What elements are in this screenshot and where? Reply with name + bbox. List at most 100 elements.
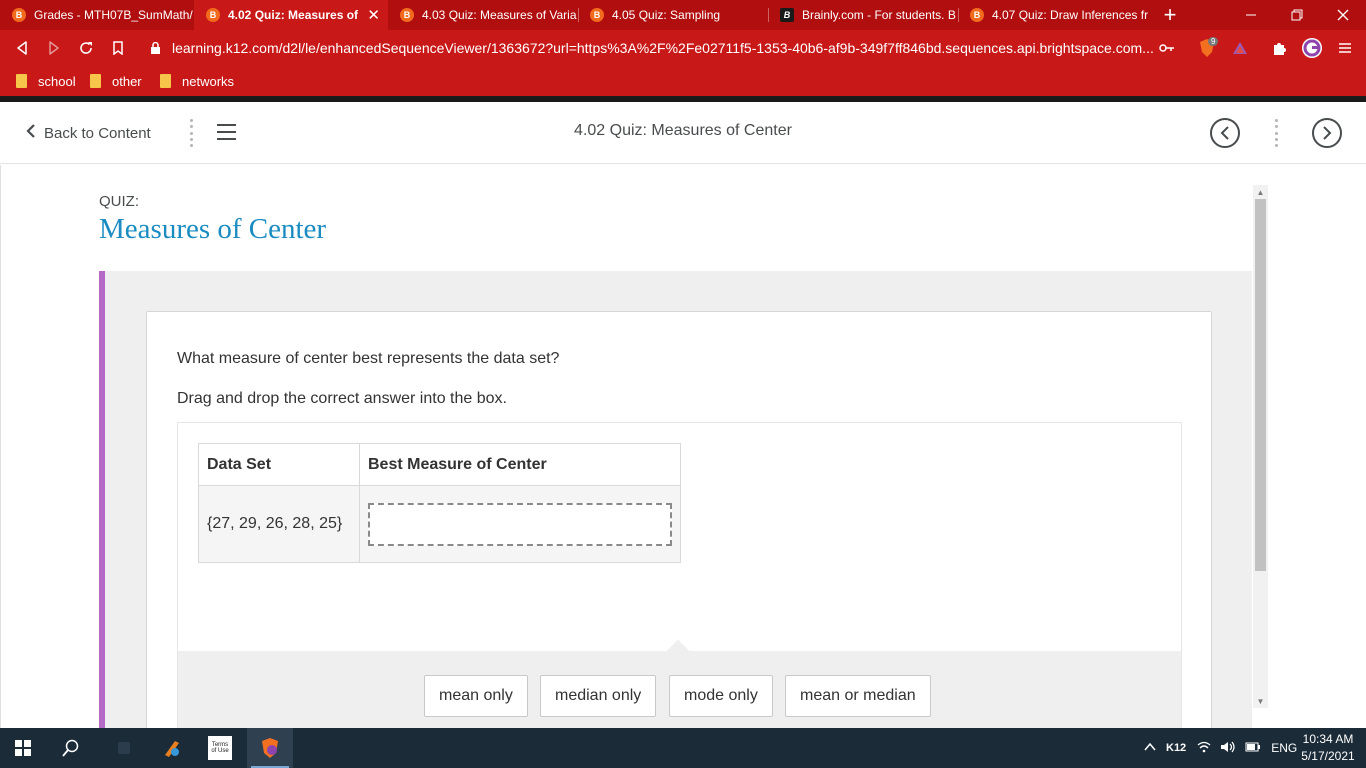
- next-topic-button[interactable]: [1312, 118, 1342, 148]
- brightspace-favicon-icon: B: [590, 8, 604, 22]
- table-row: {27, 29, 26, 28, 25}: [198, 485, 681, 563]
- answer-table: Data Set Best Measure of Center {27, 29,…: [198, 443, 681, 563]
- answer-cell: [359, 485, 681, 563]
- bookmark-label: other: [112, 73, 142, 89]
- k12-tray-label[interactable]: K12: [1166, 742, 1186, 754]
- chevron-left-icon: [1220, 126, 1229, 140]
- system-clock[interactable]: 10:34 AM 5/17/2021: [1296, 731, 1360, 765]
- forward-arrow-icon: [49, 41, 59, 55]
- tab-title: Grades - MTH07B_SumMath/: [34, 8, 193, 22]
- rewards-icon[interactable]: [1229, 37, 1251, 59]
- wifi-icon[interactable]: [1197, 741, 1211, 756]
- brainly-favicon-icon: B: [780, 8, 794, 22]
- answer-choices-tray: mean only median only mode only mean or …: [178, 639, 1181, 728]
- tab-title: 4.03 Quiz: Measures of Varia: [422, 8, 577, 22]
- bookmarks-bar: school other networks: [0, 66, 1366, 96]
- brightspace-favicon-icon: B: [206, 8, 220, 22]
- answer-drop-zone[interactable]: [368, 502, 672, 546]
- chevron-up-icon[interactable]: [1144, 742, 1156, 754]
- taskbar-terms-of-use[interactable]: Terms of Use: [197, 728, 243, 768]
- table-header-best-measure: Best Measure of Center: [359, 443, 681, 486]
- clock-date: 5/17/2021: [1301, 749, 1355, 763]
- data-set-cell: {27, 29, 26, 28, 25}: [198, 485, 360, 563]
- windows-taskbar: Terms of Use K12 ENG 10:34 AM 5/17/2021: [0, 728, 1366, 768]
- bookmark-folder-other[interactable]: other: [90, 72, 142, 90]
- clock-time: 10:34 AM: [1302, 732, 1354, 746]
- url-text: learning.k12.com/d2l/le/enhancedSequence…: [172, 40, 1154, 56]
- bookmark-button[interactable]: [105, 35, 131, 61]
- brave-browser-icon: [262, 738, 278, 758]
- tab-403-quiz[interactable]: B 4.03 Quiz: Measures of Varia: [388, 0, 578, 30]
- content-left-border: [0, 165, 1, 728]
- choice-mode-only[interactable]: mode only: [669, 675, 773, 717]
- scrollbar-thumb[interactable]: [1255, 199, 1266, 571]
- close-window-button[interactable]: [1320, 0, 1366, 30]
- taskbar-brave-browser[interactable]: [247, 728, 293, 768]
- close-icon: [1337, 9, 1349, 21]
- tab-title: 4.07 Quiz: Draw Inferences fr: [992, 8, 1148, 22]
- restore-icon: [1291, 9, 1303, 21]
- start-button[interactable]: [0, 728, 46, 768]
- screen: B Grades - MTH07B_SumMath/ B 4.02 Quiz: …: [0, 0, 1366, 768]
- restore-button[interactable]: [1274, 0, 1320, 30]
- choice-mean-or-median[interactable]: mean or median: [785, 675, 931, 717]
- quiz-panel: What measure of center best represents t…: [99, 271, 1252, 728]
- forward-button[interactable]: [41, 35, 67, 61]
- lock-icon: [148, 41, 162, 55]
- bookmark-folder-networks[interactable]: networks: [160, 72, 234, 90]
- paint-app-icon: [165, 741, 179, 757]
- tab-407-quiz[interactable]: B 4.07 Quiz: Draw Inferences fr: [958, 0, 1148, 30]
- search-button[interactable]: [48, 728, 94, 768]
- back-to-content-label: Back to Content: [44, 124, 151, 142]
- extensions-puzzle-icon[interactable]: [1268, 37, 1290, 59]
- browser-tab-strip: B Grades - MTH07B_SumMath/ B 4.02 Quiz: …: [0, 0, 1366, 30]
- taskbar-app-paint[interactable]: [149, 728, 195, 768]
- folder-icon: [160, 74, 171, 88]
- key-icon[interactable]: [1156, 37, 1178, 59]
- tab-brainly[interactable]: B Brainly.com - For students. B: [768, 0, 958, 30]
- content-scrollbar[interactable]: ▲ ▼: [1253, 185, 1268, 708]
- brightspace-favicon-icon: B: [970, 8, 984, 22]
- volume-icon[interactable]: [1220, 741, 1236, 756]
- taskbar-app-dim[interactable]: [101, 728, 147, 768]
- back-to-content-link[interactable]: Back to Content: [26, 122, 151, 144]
- new-tab-button[interactable]: +: [1158, 2, 1182, 28]
- tab-405-quiz[interactable]: B 4.05 Quiz: Sampling: [578, 0, 768, 30]
- address-bar[interactable]: learning.k12.com/d2l/le/enhancedSequence…: [148, 36, 1188, 60]
- browser-toolbar: learning.k12.com/d2l/le/enhancedSequence…: [0, 30, 1366, 66]
- reload-button[interactable]: [73, 35, 99, 61]
- vertical-divider-dots: [1273, 119, 1279, 147]
- drag-drop-area: Data Set Best Measure of Center {27, 29,…: [177, 422, 1182, 728]
- folder-icon: [90, 74, 101, 88]
- minimize-icon: [1246, 14, 1256, 16]
- browser-menu-icon[interactable]: [1334, 37, 1356, 59]
- windows-logo-icon: [15, 740, 31, 756]
- bookmark-folder-school[interactable]: school: [16, 72, 76, 90]
- battery-icon[interactable]: [1245, 741, 1261, 755]
- brightspace-favicon-icon: B: [400, 8, 414, 22]
- brave-shield-icon[interactable]: 9: [1196, 37, 1219, 59]
- scroll-up-icon[interactable]: ▲: [1253, 185, 1268, 199]
- scroll-down-icon[interactable]: ▼: [1253, 694, 1268, 708]
- quiz-title: Measures of Center: [99, 213, 327, 245]
- table-of-contents-menu-icon[interactable]: [217, 124, 236, 140]
- vertical-divider-dots: [188, 119, 194, 147]
- choice-median-only[interactable]: median only: [540, 675, 657, 717]
- close-tab-icon[interactable]: ✕: [367, 6, 380, 24]
- tab-grades[interactable]: B Grades - MTH07B_SumMath/: [0, 0, 194, 30]
- d2l-page-title: 4.02 Quiz: Measures of Center: [574, 122, 792, 139]
- terms-of-use-icon: Terms of Use: [208, 736, 232, 760]
- question-text: What measure of center best represents t…: [177, 350, 560, 367]
- folder-icon: [16, 74, 27, 88]
- back-button[interactable]: [9, 35, 35, 61]
- bookmark-label: school: [38, 73, 76, 89]
- language-indicator[interactable]: ENG: [1271, 741, 1297, 755]
- profile-avatar-icon[interactable]: [1301, 37, 1323, 59]
- tab-402-quiz[interactable]: B 4.02 Quiz: Measures of C ✕: [194, 0, 388, 30]
- previous-topic-button[interactable]: [1210, 118, 1240, 148]
- table-header-data-set: Data Set: [198, 443, 360, 486]
- minimize-button[interactable]: [1228, 0, 1274, 30]
- tab-title: 4.02 Quiz: Measures of C: [228, 8, 362, 22]
- reload-icon: [80, 42, 92, 54]
- choice-mean-only[interactable]: mean only: [424, 675, 528, 717]
